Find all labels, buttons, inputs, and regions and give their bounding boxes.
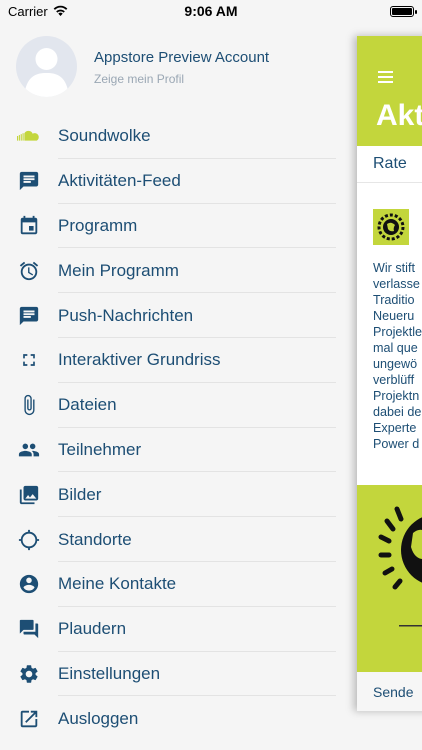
send-button[interactable]: Sende	[357, 672, 422, 711]
post-text: Wir stift verlasse Traditio Neueru Proje…	[373, 261, 422, 451]
profile-header[interactable]: Appstore Preview Account Zeige mein Prof…	[16, 36, 269, 97]
menu-label: Mein Programm	[58, 260, 179, 280]
menu-label: Meine Kontakte	[58, 574, 177, 594]
clock: 9:06 AM	[184, 3, 238, 19]
post-card: Wir stift verlasse Traditio Neueru Proje…	[357, 183, 422, 485]
logout-icon	[17, 707, 41, 731]
menu-item-bilder[interactable]: Bilder	[0, 472, 336, 517]
menu-label: Aktivitäten-Feed	[58, 171, 181, 191]
status-bar: Carrier 9:06 AM	[0, 0, 422, 22]
content-header: Akt	[357, 36, 422, 146]
location-icon	[17, 528, 41, 552]
menu-label: Teilnehmer	[58, 439, 142, 459]
menu-item-aktivitaeten-feed[interactable]: Aktivitäten-Feed	[0, 159, 336, 204]
wifi-icon	[53, 4, 68, 19]
cloud-icon	[17, 124, 41, 148]
menu-item-interaktiver-grundriss[interactable]: Interaktiver Grundriss	[0, 338, 336, 383]
menu-list: Soundwolke Aktivitäten-Feed Programm Mei…	[0, 114, 336, 741]
tab-rate[interactable]: Rate	[357, 146, 422, 183]
message-icon	[17, 304, 41, 328]
menu-item-mein-programm[interactable]: Mein Programm	[0, 248, 336, 293]
menu-label: Interaktiver Grundriss	[58, 350, 221, 370]
page-title: Akt	[376, 99, 422, 132]
menu-label: Einstellungen	[58, 663, 161, 683]
menu-item-push-nachrichten[interactable]: Push-Nachrichten	[0, 293, 336, 338]
avatar	[16, 36, 77, 97]
photo-icon	[17, 483, 41, 507]
menu-item-teilnehmer[interactable]: Teilnehmer	[0, 428, 336, 473]
profile-name: Appstore Preview Account	[94, 49, 270, 66]
menu-item-dateien[interactable]: Dateien	[0, 383, 336, 428]
menu-label: Push-Nachrichten	[58, 305, 194, 325]
menu-label: Standorte	[58, 529, 132, 549]
settings-icon	[17, 662, 41, 686]
menu-item-soundwolke[interactable]: Soundwolke	[0, 114, 336, 159]
chat-icon	[17, 617, 41, 641]
feed-icon	[17, 169, 41, 193]
carrier-label: Carrier	[8, 3, 48, 19]
menu-label: Bilder	[58, 484, 102, 504]
fullscreen-icon	[17, 348, 41, 372]
contact-icon	[17, 572, 41, 596]
main-content-panel[interactable]: Akt Rate Wir stift verlasse Traditio Neu…	[357, 36, 422, 711]
logo-icon	[373, 209, 409, 245]
profile-link[interactable]: Zeige mein Profil	[94, 72, 269, 86]
menu-label: Programm	[58, 215, 138, 235]
calendar-icon	[17, 214, 41, 238]
menu-item-standorte[interactable]: Standorte	[0, 517, 336, 562]
menu-item-ausloggen[interactable]: Ausloggen	[0, 696, 336, 741]
menu-item-meine-kontakte[interactable]: Meine Kontakte	[0, 562, 336, 607]
menu-item-plaudern[interactable]: Plaudern	[0, 607, 336, 652]
battery-icon	[390, 5, 417, 17]
menu-item-programm[interactable]: Programm	[0, 204, 336, 249]
menu-label: Ausloggen	[58, 708, 139, 728]
menu-label: Dateien	[58, 395, 117, 415]
navigation-drawer: Appstore Preview Account Zeige mein Prof…	[0, 0, 357, 750]
menu-label: Soundwolke	[58, 126, 151, 146]
post-image	[357, 485, 422, 672]
paperclip-icon	[17, 393, 41, 417]
alarm-icon	[17, 259, 41, 283]
people-icon	[17, 438, 41, 462]
menu-icon[interactable]	[378, 71, 393, 86]
menu-label: Plaudern	[58, 619, 127, 639]
globe-illustration	[378, 506, 422, 627]
menu-item-einstellungen[interactable]: Einstellungen	[0, 652, 336, 697]
